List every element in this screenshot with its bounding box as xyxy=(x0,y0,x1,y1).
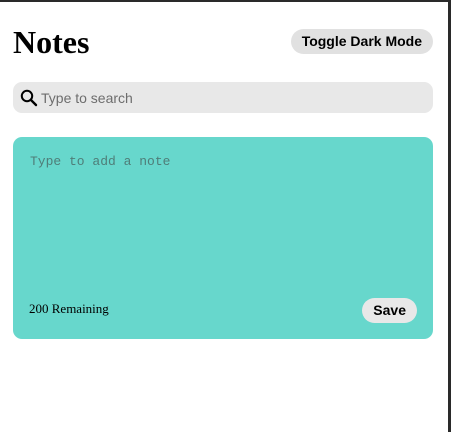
toggle-dark-mode-button[interactable]: Toggle Dark Mode xyxy=(290,29,433,54)
characters-remaining: 200 Remaining xyxy=(29,301,109,316)
new-note-textarea[interactable] xyxy=(30,154,416,284)
new-note-card: 200 Remaining Save xyxy=(13,137,433,339)
save-button[interactable]: Save xyxy=(362,298,417,323)
window-top-border xyxy=(0,0,451,2)
search-bar xyxy=(13,82,433,113)
header: Notes Toggle Dark Mode xyxy=(13,22,433,62)
search-icon xyxy=(20,89,38,107)
page-title: Notes xyxy=(13,24,90,60)
search-input[interactable] xyxy=(41,86,421,109)
